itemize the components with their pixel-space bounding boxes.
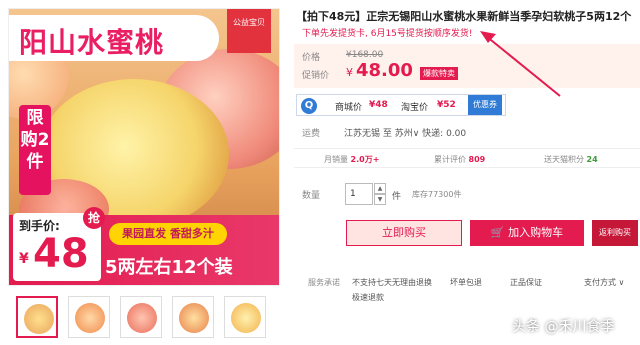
annotation-arrow bbox=[480, 31, 561, 97]
watermark: 头条 @禾川食季 bbox=[512, 319, 615, 335]
